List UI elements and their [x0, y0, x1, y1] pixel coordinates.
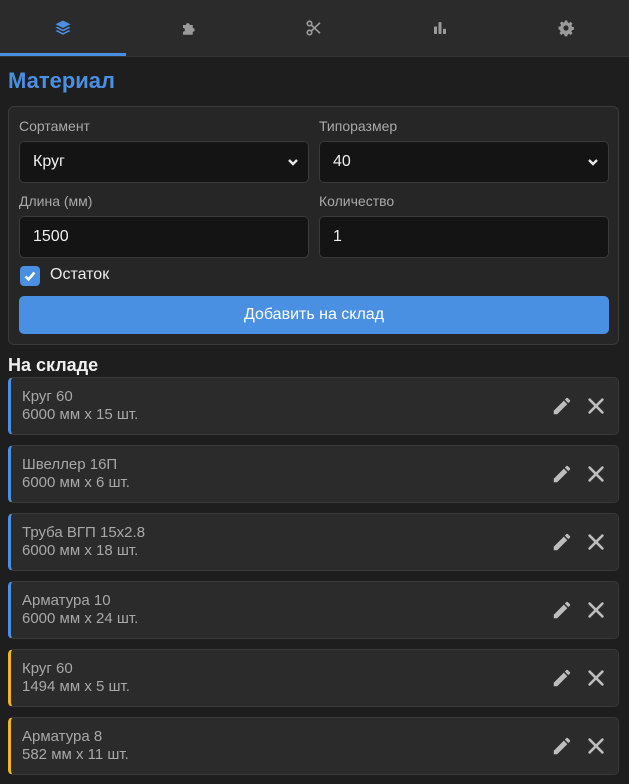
edit-button[interactable]: [551, 531, 573, 553]
stock-list: Круг 60 6000 мм x 15 шт. Швеллер 16П 600…: [8, 377, 619, 784]
stock-item-dims: 582 мм x 11 шт.: [22, 746, 129, 763]
stock-item-name: Швеллер 16П: [22, 456, 118, 473]
edit-button[interactable]: [551, 735, 573, 757]
size-value: 40: [333, 153, 351, 170]
chevron-down-icon: [578, 156, 608, 168]
assortment-label: Сортамент: [19, 118, 90, 134]
delete-button[interactable]: [585, 667, 607, 689]
stock-item: Арматура 10 6000 мм x 24 шт.: [8, 581, 619, 639]
edit-button[interactable]: [551, 395, 573, 417]
stock-item-remnant: Круг 60 1494 мм x 5 шт.: [8, 649, 619, 707]
checkmark-icon: [24, 271, 36, 282]
gear-icon: [558, 20, 575, 37]
edit-button[interactable]: [551, 667, 573, 689]
edit-button[interactable]: [551, 463, 573, 485]
tab-cutting[interactable]: [252, 0, 378, 56]
close-icon: [588, 602, 604, 618]
stock-item-name: Круг 60: [22, 388, 73, 405]
material-form: Сортамент Круг Типоразмер 40 Длина (мм) …: [8, 106, 619, 345]
length-label: Длина (мм): [19, 193, 93, 209]
tab-material[interactable]: [0, 0, 126, 56]
pencil-icon: [553, 465, 571, 483]
tab-bar: [0, 0, 629, 57]
quantity-value: 1: [333, 228, 342, 245]
stock-item: Швеллер 16П 6000 мм x 6 шт.: [8, 445, 619, 503]
material-title: Материал: [8, 68, 116, 93]
stock-item-dims: 6000 мм x 18 шт.: [22, 542, 139, 559]
puzzle-icon: [182, 23, 195, 35]
close-icon: [588, 466, 604, 482]
stock-item-dims: 6000 мм x 24 шт.: [22, 610, 139, 627]
quantity-label: Количество: [319, 193, 395, 209]
stock-item-dims: 6000 мм x 6 шт.: [22, 474, 130, 491]
stock-item: Труба ВГП 15x2.8 6000 мм x 18 шт.: [8, 513, 619, 571]
assortment-value: Круг: [33, 153, 65, 170]
close-icon: [588, 398, 604, 414]
tab-reports[interactable]: [377, 0, 503, 56]
chevron-down-icon: [278, 156, 308, 168]
edit-button[interactable]: [551, 599, 573, 621]
pencil-icon: [553, 601, 571, 619]
remnant-label: Остаток: [50, 266, 110, 283]
scissors-icon: [306, 20, 322, 36]
stock-item-dims: 1494 мм x 5 шт.: [22, 678, 130, 695]
pencil-icon: [553, 737, 571, 755]
bar-chart-icon: [434, 22, 447, 34]
delete-button[interactable]: [585, 463, 607, 485]
delete-button[interactable]: [585, 531, 607, 553]
delete-button[interactable]: [585, 599, 607, 621]
pencil-icon: [553, 669, 571, 687]
length-input[interactable]: 1500: [19, 216, 309, 258]
tab-settings[interactable]: [503, 0, 629, 56]
length-value: 1500: [33, 228, 69, 245]
stock-item-name: Арматура 10: [22, 592, 111, 609]
close-icon: [588, 670, 604, 686]
close-icon: [588, 738, 604, 754]
remnant-checkbox[interactable]: [20, 266, 40, 286]
tab-parts[interactable]: [126, 0, 252, 56]
add-to-stock-button[interactable]: Добавить на склад: [19, 296, 609, 334]
stock-item-name: Труба ВГП 15x2.8: [22, 524, 146, 541]
pencil-icon: [553, 397, 571, 415]
quantity-input[interactable]: 1: [319, 216, 609, 258]
delete-button[interactable]: [585, 395, 607, 417]
stock-item-dims: 6000 мм x 15 шт.: [22, 406, 139, 423]
stock-item-name: Арматура 8: [22, 728, 103, 745]
stock-item-name: Круг 60: [22, 660, 73, 677]
stock-item: Круг 60 6000 мм x 15 шт.: [8, 377, 619, 435]
stock-item-remnant: Арматура 8 582 мм x 11 шт.: [8, 717, 619, 775]
layers-icon: [55, 20, 71, 35]
assortment-select[interactable]: Круг: [19, 141, 309, 183]
pencil-icon: [553, 533, 571, 551]
delete-button[interactable]: [585, 735, 607, 757]
close-icon: [588, 534, 604, 550]
stock-title: На складе: [8, 355, 99, 375]
size-select[interactable]: 40: [319, 141, 609, 183]
size-label: Типоразмер: [319, 118, 398, 134]
